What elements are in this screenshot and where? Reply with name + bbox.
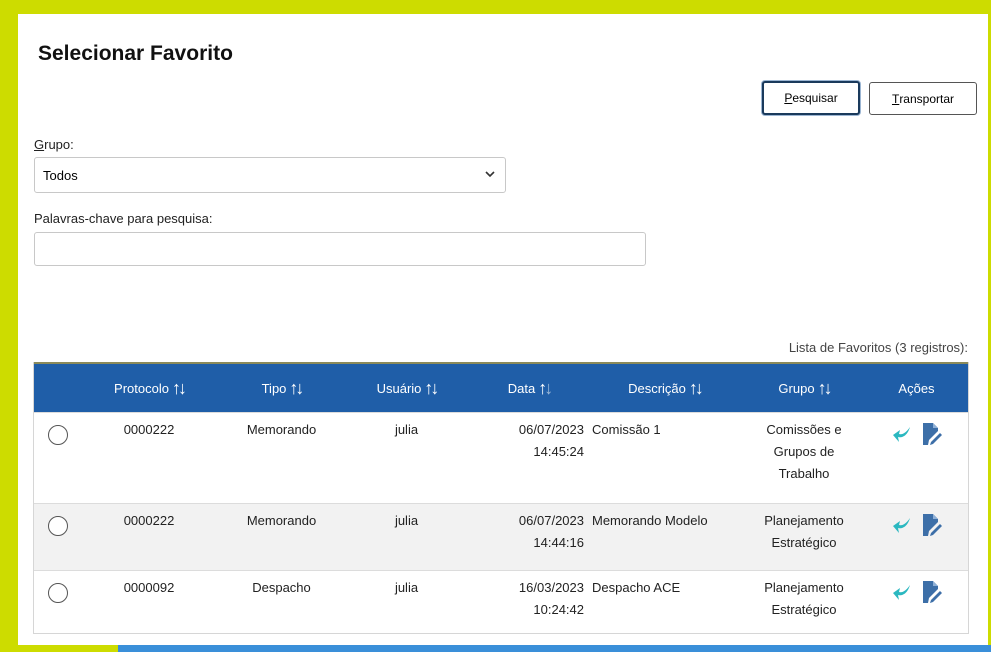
transport-button[interactable]: Transportar — [869, 82, 977, 115]
sort-icon: ↑↓ — [538, 377, 553, 398]
header-data[interactable]: Data ↑↓ — [474, 364, 584, 412]
sort-icon: ↑↓ — [817, 377, 833, 398]
cell-descricao: Memorando Modelo — [592, 513, 708, 528]
cell-data: 06/07/2023 14:45:24 — [518, 422, 584, 459]
modal-panel: Selecionar Favorito Pesquisar Transporta… — [18, 14, 988, 645]
frame-top — [0, 0, 991, 14]
cell-usuario: julia — [394, 513, 419, 528]
cell-grupo: Comissões e Grupos de Trabalho — [766, 422, 842, 481]
sort-icon: ↑↓ — [424, 377, 439, 398]
keywords-label: Palavras-chave para pesquisa: — [34, 211, 213, 226]
header-protocolo[interactable]: Protocolo ↑↓ — [84, 364, 214, 412]
header-usuario[interactable]: Usuário ↑↓ — [354, 364, 459, 412]
cell-descricao: Despacho ACE — [592, 580, 681, 595]
cell-tipo: Despacho — [252, 580, 311, 595]
cell-data: 06/07/2023 14:44:16 — [518, 513, 584, 550]
group-select-value: Todos — [43, 167, 78, 183]
chevron-down-icon — [485, 169, 495, 181]
cell-tipo: Memorando — [246, 422, 317, 437]
keywords-input[interactable] — [34, 232, 646, 266]
document-edit-icon[interactable] — [920, 513, 942, 536]
bottom-bar — [118, 645, 991, 652]
cell-protocolo: 0000222 — [123, 513, 175, 528]
document-edit-icon[interactable] — [920, 422, 942, 445]
header-acoes: Ações — [898, 380, 935, 396]
page-title: Selecionar Favorito — [38, 42, 233, 65]
search-button[interactable]: Pesquisar — [762, 81, 860, 115]
cell-usuario: julia — [394, 422, 419, 437]
document-edit-icon[interactable] — [920, 580, 942, 603]
group-select[interactable]: Todos — [34, 157, 506, 193]
arrow-return-icon[interactable] — [891, 423, 913, 445]
cell-tipo: Memorando — [246, 513, 317, 528]
sort-icon: ↑↓ — [688, 377, 704, 398]
header-grupo[interactable]: Grupo ↑↓ — [749, 364, 859, 412]
table-row: 0000222 Memorando julia 06/07/2023 14:45:… — [34, 412, 968, 503]
header-tipo[interactable]: Tipo ↑↓ — [224, 364, 339, 412]
cell-protocolo: 0000092 — [123, 580, 175, 595]
cell-grupo: Planejamento Estratégico — [764, 580, 844, 617]
cell-grupo: Planejamento Estratégico — [764, 513, 844, 550]
row-select-radio[interactable] — [48, 516, 68, 536]
table-row: 0000222 Memorando julia 06/07/2023 14:44:… — [34, 503, 968, 570]
sort-icon: ↑↓ — [171, 377, 187, 398]
favorites-table: Protocolo ↑↓ Tipo ↑↓ Usuário ↑↓ Data ↑↓ Desc… — [33, 362, 969, 634]
cell-protocolo: 0000222 — [123, 422, 175, 437]
group-label: Grupo: — [34, 137, 74, 152]
row-select-radio[interactable] — [48, 425, 68, 445]
table-header: Protocolo ↑↓ Tipo ↑↓ Usuário ↑↓ Data ↑↓ Desc… — [34, 362, 968, 412]
frame-left — [0, 0, 18, 652]
sort-icon: ↑↓ — [289, 377, 304, 398]
cell-usuario: julia — [394, 580, 419, 595]
cell-data: 16/03/2023 10:24:42 — [518, 580, 584, 617]
row-select-radio[interactable] — [48, 583, 68, 603]
header-descricao[interactable]: Descrição ↑↓ — [592, 364, 737, 412]
arrow-return-icon[interactable] — [891, 581, 913, 603]
cell-descricao: Comissão 1 — [592, 422, 661, 437]
table-row: 0000092 Despacho julia 16/03/2023 10:24:4… — [34, 570, 968, 633]
arrow-return-icon[interactable] — [891, 514, 913, 536]
table-caption: Lista de Favoritos (3 registros): — [788, 340, 968, 355]
